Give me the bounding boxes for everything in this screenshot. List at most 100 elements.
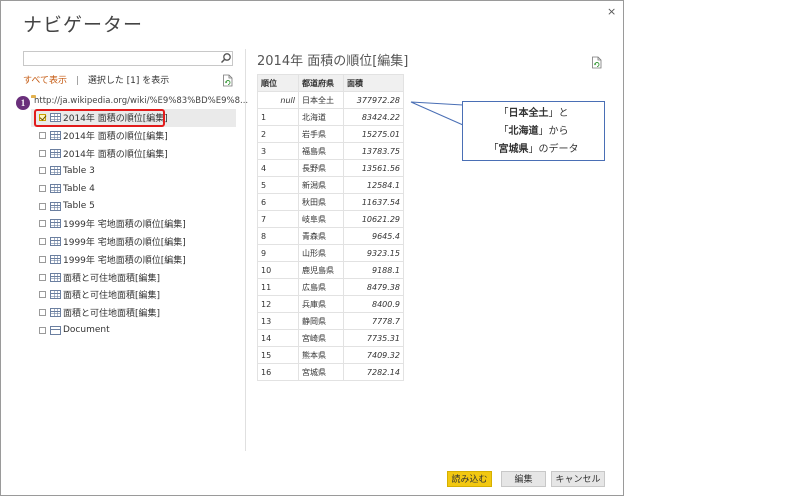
cell-rank: 7 <box>257 210 299 228</box>
table-icon <box>50 148 61 158</box>
tree-item[interactable]: 2014年 面積の順位[編集] <box>31 127 236 145</box>
table-icon <box>50 131 61 141</box>
table-row: 8 青森県 9645.4 <box>257 227 404 245</box>
callout-line-3: 「宮城県」のデータ <box>488 144 579 155</box>
search-icon[interactable] <box>218 51 234 66</box>
cell-rank: 14 <box>257 329 299 347</box>
refresh-icon[interactable] <box>222 72 234 91</box>
navigator-tree: http://ja.wikipedia.org/wiki/%E9%83%BD%E… <box>31 93 248 339</box>
table-icon <box>50 237 61 247</box>
cell-prefecture: 青森県 <box>298 227 344 245</box>
tree-item-label: 2014年 面積の順位[編集] <box>63 132 168 143</box>
tree-item[interactable]: Table 3 <box>31 162 236 180</box>
cell-rank: 15 <box>257 346 299 364</box>
tree-root[interactable]: http://ja.wikipedia.org/wiki/%E9%83%BD%E… <box>31 93 248 109</box>
tree-item[interactable]: 1999年 宅地面積の順位[編集] <box>31 215 236 233</box>
checkbox[interactable] <box>39 238 46 246</box>
cell-area: 15275.01 <box>343 125 404 143</box>
cell-rank: 10 <box>257 261 299 279</box>
cell-area: 9323.15 <box>343 244 404 262</box>
cell-prefecture: 福島県 <box>298 142 344 160</box>
cell-area: 13561.56 <box>343 159 404 177</box>
callout-line-1: 「日本全土」と <box>498 108 569 119</box>
cell-prefecture: 宮城県 <box>298 363 344 381</box>
table-row: 1 北海道 83424.22 <box>257 108 404 126</box>
checkbox[interactable] <box>39 308 46 316</box>
show-selected-link[interactable]: 選択した [1] を表示 <box>88 76 169 86</box>
table-icon <box>50 272 61 282</box>
tree-item[interactable]: 面積と可住地面積[編集] <box>31 304 236 322</box>
preview-export-icon[interactable] <box>591 54 603 73</box>
edit-button[interactable]: 編集 <box>501 471 546 487</box>
tree-item[interactable]: Table 4 <box>31 180 236 198</box>
panel-divider <box>245 49 246 451</box>
table-icon <box>50 290 61 300</box>
tree-item-label: Document <box>63 325 110 336</box>
cell-prefecture: 山形県 <box>298 244 344 262</box>
tree-item-label: 1999年 宅地面積の順位[編集] <box>63 238 186 249</box>
checkbox[interactable] <box>39 326 46 334</box>
cell-prefecture: 兵庫県 <box>298 295 344 313</box>
preview-title: 2014年 面積の順位[編集] <box>257 54 409 69</box>
cancel-button[interactable]: キャンセル <box>551 471 605 487</box>
load-button[interactable]: 読み込む <box>447 471 492 487</box>
cell-prefecture: 日本全土 <box>298 91 344 109</box>
table-header-row: 順位 都道府県 面積 <box>257 74 404 92</box>
cell-prefecture: 長野県 <box>298 159 344 177</box>
cell-prefecture: 静岡県 <box>298 312 344 330</box>
cell-area: 7282.14 <box>343 363 404 381</box>
close-button[interactable]: × <box>607 5 616 18</box>
checkbox[interactable] <box>39 202 46 210</box>
table-row: 16 宮城県 7282.14 <box>257 363 404 381</box>
tree-item[interactable]: 面積と可住地面積[編集] <box>31 268 236 286</box>
checkbox[interactable] <box>39 255 46 263</box>
tree-item-label: 面積と可住地面積[編集] <box>63 291 161 302</box>
checkbox[interactable] <box>39 167 46 175</box>
cell-prefecture: 新潟県 <box>298 176 344 194</box>
cell-area: 13783.75 <box>343 142 404 160</box>
tree-item-label: 面積と可住地面積[編集] <box>63 308 161 319</box>
tree-item[interactable]: 2014年 面積の順位[編集] <box>31 144 236 162</box>
cell-rank: 9 <box>257 244 299 262</box>
cell-area: 12584.1 <box>343 176 404 194</box>
search-input[interactable] <box>24 58 220 71</box>
checkbox[interactable] <box>39 273 46 281</box>
checkbox[interactable] <box>39 149 46 157</box>
column-header-rank[interactable]: 順位 <box>257 74 299 92</box>
cell-area: 83424.22 <box>343 108 404 126</box>
tree-item[interactable]: 1999年 宅地面積の順位[編集] <box>31 251 236 269</box>
tree-item-label: 2014年 面積の順位[編集] <box>63 149 168 160</box>
cell-area: 11637.54 <box>343 193 404 211</box>
cell-area: 8400.9 <box>343 295 404 313</box>
column-header-prefecture[interactable]: 都道府県 <box>298 74 344 92</box>
cell-rank: 5 <box>257 176 299 194</box>
tree-item-label: 1999年 宅地面積の順位[編集] <box>63 220 186 231</box>
cell-rank: 2 <box>257 125 299 143</box>
tree-item-label: Table 4 <box>63 183 95 194</box>
cell-area: 9188.1 <box>343 261 404 279</box>
table-row: 6 秋田県 11637.54 <box>257 193 404 211</box>
cell-prefecture: 熊本県 <box>298 346 344 364</box>
tree-item[interactable]: 1999年 宅地面積の順位[編集] <box>31 233 236 251</box>
cell-rank: 11 <box>257 278 299 296</box>
table-icon <box>50 254 61 264</box>
tree-item[interactable]: 面積と可住地面積[編集] <box>31 286 236 304</box>
checkbox[interactable] <box>39 132 46 140</box>
table-row: 11 広島県 8479.38 <box>257 278 404 296</box>
tree-item[interactable]: Document <box>31 321 236 339</box>
cell-rank: 13 <box>257 312 299 330</box>
step-badge: 1 <box>16 96 30 110</box>
checkbox[interactable] <box>39 220 46 228</box>
column-header-area[interactable]: 面積 <box>343 74 404 92</box>
tree-item[interactable]: Table 5 <box>31 197 236 215</box>
checkbox[interactable] <box>39 291 46 299</box>
show-all-link[interactable]: すべて表示 <box>23 76 67 86</box>
tree-item-label: 1999年 宅地面積の順位[編集] <box>63 255 186 266</box>
table-row: 13 静岡県 7778.7 <box>257 312 404 330</box>
table-row: 14 宮崎県 7735.31 <box>257 329 404 347</box>
cell-area: 7735.31 <box>343 329 404 347</box>
table-row: 2 岩手県 15275.01 <box>257 125 404 143</box>
navigator-dialog: ナビゲーター × すべて表示 | 選択した [1] を表示 1 http://j… <box>0 0 624 496</box>
table-icon <box>50 184 61 194</box>
checkbox[interactable] <box>39 185 46 193</box>
